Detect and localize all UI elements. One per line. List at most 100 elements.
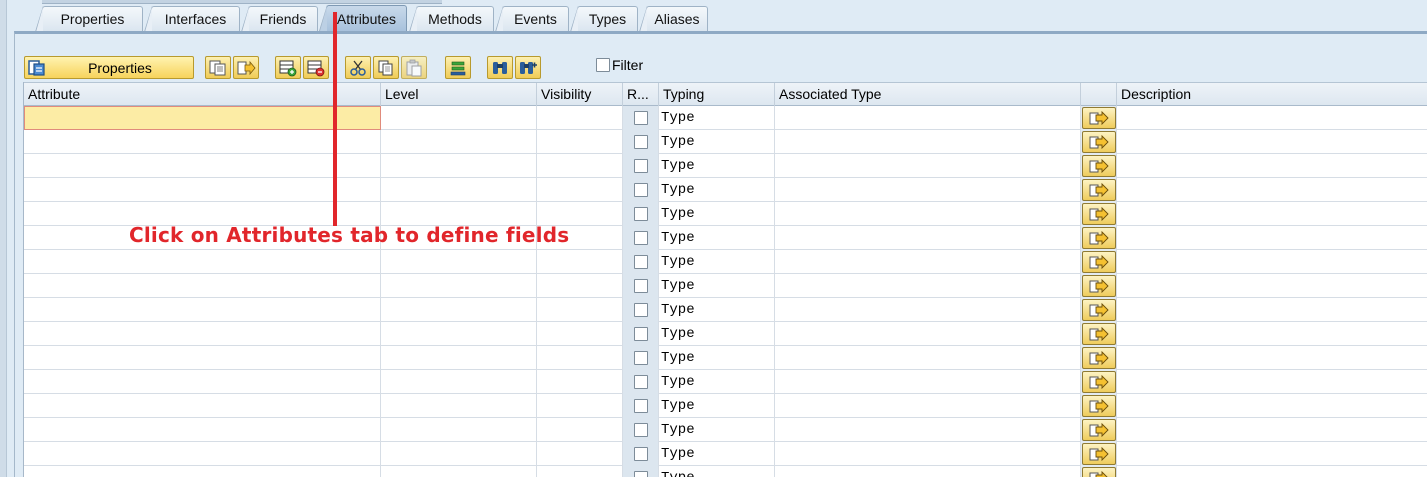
associated-type-cell[interactable] <box>775 322 1081 346</box>
paste-button[interactable] <box>401 56 427 79</box>
column-header-description[interactable]: Description <box>1117 83 1427 106</box>
associated-type-cell[interactable] <box>775 418 1081 442</box>
level-cell[interactable] <box>381 322 537 346</box>
description-cell[interactable] <box>1117 442 1427 466</box>
attribute-cell[interactable] <box>24 322 381 346</box>
level-cell[interactable] <box>381 370 537 394</box>
read-only-checkbox[interactable] <box>633 327 648 341</box>
read-only-checkbox[interactable] <box>633 135 648 149</box>
description-cell[interactable] <box>1117 418 1427 442</box>
typing-cell[interactable]: Type <box>659 322 775 346</box>
attribute-cell[interactable] <box>24 418 381 442</box>
associated-type-cell[interactable] <box>775 370 1081 394</box>
navigate-type-button[interactable] <box>1082 107 1116 129</box>
copy-button[interactable] <box>373 56 399 79</box>
description-cell[interactable] <box>1117 298 1427 322</box>
tab-events[interactable]: Events <box>495 6 569 32</box>
level-cell[interactable] <box>381 418 537 442</box>
column-header-associated-type[interactable]: Associated Type <box>775 83 1081 106</box>
attribute-cell[interactable] <box>24 346 381 370</box>
associated-type-cell[interactable] <box>775 178 1081 202</box>
navigate-type-button[interactable] <box>1082 179 1116 201</box>
read-only-checkbox[interactable] <box>633 447 648 461</box>
column-header-visibility[interactable]: Visibility <box>537 83 623 106</box>
tab-interfaces[interactable]: Interfaces <box>144 6 240 32</box>
navigate-type-button[interactable] <box>1082 395 1116 417</box>
visibility-cell[interactable] <box>537 154 623 178</box>
visibility-cell[interactable] <box>537 106 623 130</box>
typing-cell[interactable]: Type <box>659 226 775 250</box>
navigate-type-button[interactable] <box>1082 227 1116 249</box>
associated-type-cell[interactable] <box>775 346 1081 370</box>
navigate-type-button[interactable] <box>1082 251 1116 273</box>
associated-type-cell[interactable] <box>775 298 1081 322</box>
visibility-cell[interactable] <box>537 274 623 298</box>
associated-type-cell[interactable] <box>775 226 1081 250</box>
level-cell[interactable] <box>381 178 537 202</box>
delete-row-button[interactable] <box>303 56 329 79</box>
read-only-checkbox[interactable] <box>633 231 648 245</box>
typing-cell[interactable]: Type <box>659 154 775 178</box>
tab-aliases[interactable]: Aliases <box>639 6 708 32</box>
associated-type-cell[interactable] <box>775 466 1081 477</box>
navigate-type-button[interactable] <box>1082 443 1116 465</box>
typing-cell[interactable]: Type <box>659 250 775 274</box>
typing-cell[interactable]: Type <box>659 202 775 226</box>
detail-view-button[interactable] <box>205 56 231 79</box>
tab-attributes[interactable]: Attributes <box>319 5 407 32</box>
read-only-checkbox[interactable] <box>633 183 648 197</box>
visibility-cell[interactable] <box>537 322 623 346</box>
navigate-button[interactable] <box>233 56 259 79</box>
visibility-cell[interactable] <box>537 346 623 370</box>
attribute-cell[interactable] <box>24 298 381 322</box>
associated-type-cell[interactable] <box>775 106 1081 130</box>
navigate-type-button[interactable] <box>1082 155 1116 177</box>
level-cell[interactable] <box>381 274 537 298</box>
navigate-type-button[interactable] <box>1082 347 1116 369</box>
visibility-cell[interactable] <box>537 250 623 274</box>
tab-types[interactable]: Types <box>570 6 638 32</box>
find-button[interactable] <box>487 56 513 79</box>
navigate-type-button[interactable] <box>1082 203 1116 225</box>
insert-row-button[interactable] <box>275 56 301 79</box>
attribute-cell[interactable] <box>24 370 381 394</box>
read-only-checkbox[interactable] <box>633 399 648 413</box>
typing-cell[interactable]: Type <box>659 442 775 466</box>
typing-cell[interactable]: Type <box>659 130 775 154</box>
associated-type-cell[interactable] <box>775 130 1081 154</box>
visibility-cell[interactable] <box>537 178 623 202</box>
description-cell[interactable] <box>1117 466 1427 477</box>
description-cell[interactable] <box>1117 274 1427 298</box>
visibility-cell[interactable] <box>537 418 623 442</box>
typing-cell[interactable]: Type <box>659 178 775 202</box>
associated-type-cell[interactable] <box>775 202 1081 226</box>
description-cell[interactable] <box>1117 370 1427 394</box>
attribute-cell[interactable] <box>24 178 381 202</box>
tab-methods[interactable]: Methods <box>409 6 494 32</box>
visibility-cell[interactable] <box>537 298 623 322</box>
column-header-read-only[interactable]: R... <box>623 83 659 106</box>
description-cell[interactable] <box>1117 322 1427 346</box>
read-only-checkbox[interactable] <box>633 375 648 389</box>
level-cell[interactable] <box>381 298 537 322</box>
visibility-cell[interactable] <box>537 130 623 154</box>
read-only-checkbox[interactable] <box>633 159 648 173</box>
read-only-checkbox[interactable] <box>633 351 648 365</box>
description-cell[interactable] <box>1117 394 1427 418</box>
read-only-checkbox[interactable] <box>633 255 648 269</box>
level-cell[interactable] <box>381 346 537 370</box>
attribute-cell[interactable] <box>24 466 381 477</box>
description-cell[interactable] <box>1117 178 1427 202</box>
associated-type-cell[interactable] <box>775 250 1081 274</box>
level-cell[interactable] <box>381 394 537 418</box>
typing-cell[interactable]: Type <box>659 418 775 442</box>
tab-friends[interactable]: Friends <box>241 6 318 32</box>
read-only-checkbox[interactable] <box>633 207 648 221</box>
selected-attribute-input[interactable] <box>24 106 381 130</box>
description-cell[interactable] <box>1117 346 1427 370</box>
level-cell[interactable] <box>381 250 537 274</box>
navigate-type-button[interactable] <box>1082 299 1116 321</box>
typing-cell[interactable]: Type <box>659 274 775 298</box>
navigate-type-button[interactable] <box>1082 419 1116 441</box>
properties-button[interactable]: Properties <box>24 56 194 79</box>
